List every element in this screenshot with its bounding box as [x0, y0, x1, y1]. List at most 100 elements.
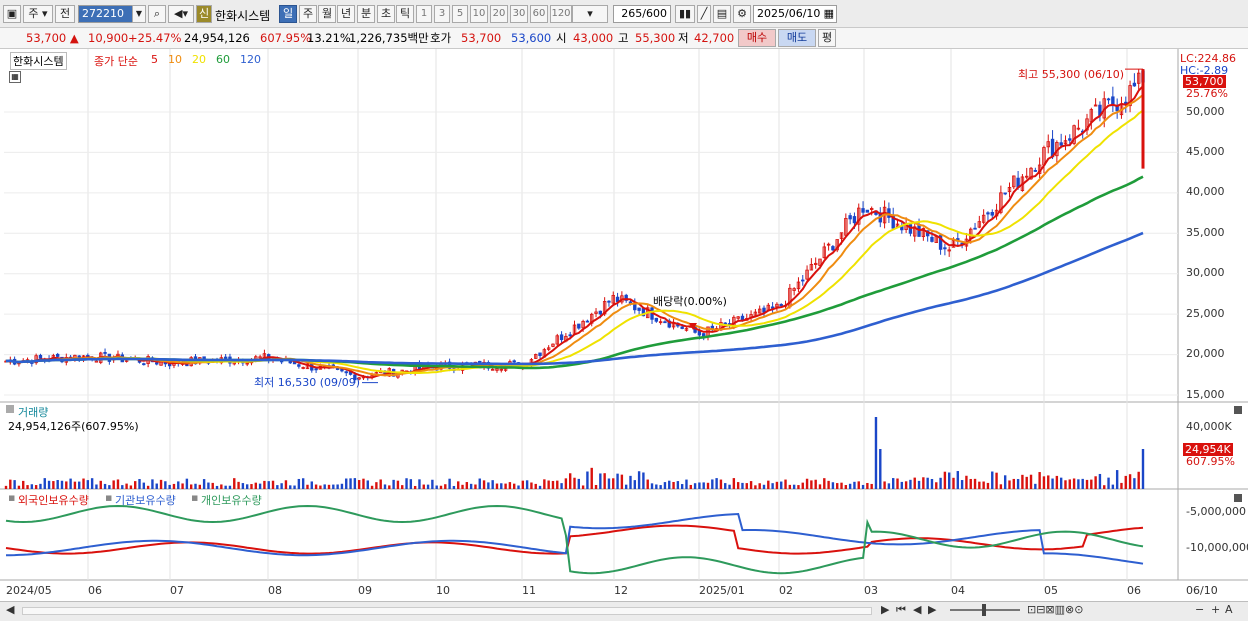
sell-button[interactable]: 매도: [778, 29, 816, 47]
code-dropdown-icon[interactable]: ▼: [132, 5, 146, 23]
interval-select[interactable]: ▾: [572, 5, 608, 23]
period-3[interactable]: 년: [337, 5, 355, 23]
period-6[interactable]: 틱: [396, 5, 414, 23]
search-icon[interactable]: ⌕: [148, 5, 166, 23]
volume-bar: [1128, 474, 1132, 489]
volume-bar: [284, 480, 288, 489]
count-input[interactable]: 265/600: [613, 5, 671, 23]
save-icon[interactable]: ▤: [713, 5, 731, 23]
candle-body: [908, 224, 913, 234]
volume-bar: [861, 484, 865, 489]
volume-bar: [577, 478, 581, 489]
volume-close-icon[interactable]: [1234, 406, 1242, 414]
volume-bar: [444, 484, 447, 489]
interval-120[interactable]: 120: [550, 5, 572, 23]
zoom-in-icon[interactable]: +: [1211, 603, 1220, 616]
interval-1[interactable]: 1: [416, 5, 432, 23]
x-tick-13: 06: [1127, 584, 1141, 597]
market-label: 주: [28, 7, 39, 20]
prev-button[interactable]: 전: [55, 5, 75, 23]
holding-legend-2: 개인보유수량: [201, 494, 262, 507]
volume-bar: [982, 481, 985, 489]
volume-bar: [517, 485, 520, 489]
ma-5-label: 5: [151, 53, 158, 66]
volume-bar: [991, 471, 994, 489]
candle-body: [335, 368, 340, 370]
interval-10[interactable]: 10: [470, 5, 488, 23]
volume-bar: [637, 471, 641, 489]
holding-ytick-1: -10,000,000: [1186, 541, 1248, 554]
interval-3[interactable]: 3: [434, 5, 450, 23]
interval-30[interactable]: 30: [510, 5, 528, 23]
chart-menu-icon[interactable]: ▣: [3, 5, 21, 23]
grid-toggle-icon[interactable]: ▦: [9, 71, 21, 83]
candle-type-icon[interactable]: ▮▮: [675, 5, 695, 23]
buy-button[interactable]: 매수: [738, 29, 776, 47]
period-4[interactable]: 분: [357, 5, 375, 23]
volume-bar: [1133, 478, 1136, 489]
period-2[interactable]: 월: [318, 5, 336, 23]
market-select[interactable]: 주 ▾: [23, 5, 53, 23]
layout-icons[interactable]: ⊡⊟⊠▥⊗⊙: [1027, 603, 1083, 616]
volume-bar: [1141, 449, 1145, 489]
volume-bar: [547, 480, 550, 489]
period-5[interactable]: 초: [377, 5, 395, 23]
volume-bar: [357, 480, 361, 489]
volume-bar: [711, 479, 714, 489]
eval-button[interactable]: 평: [818, 29, 836, 47]
candle-body: [512, 360, 516, 363]
volume-bar: [4, 485, 8, 489]
volume-bar: [904, 481, 908, 489]
volume-bar: [349, 478, 352, 489]
volume-bar: [254, 482, 257, 489]
interval-60[interactable]: 60: [530, 5, 548, 23]
speaker-icon[interactable]: ◀▾: [168, 5, 194, 23]
holding-marker-1: ▪: [105, 491, 113, 504]
candle-body: [297, 364, 301, 367]
x-tick-14: 06/10: [1186, 584, 1218, 597]
volume-bar: [431, 479, 434, 489]
zoom-slider-handle[interactable]: [982, 604, 986, 616]
x-tick-3: 08: [268, 584, 282, 597]
volume-bar: [887, 483, 891, 489]
holdings-close-icon[interactable]: [1234, 494, 1242, 502]
volume-bar: [926, 477, 929, 489]
volume-bar: [564, 478, 568, 489]
volume-bar: [775, 481, 779, 489]
volume-bar: [1021, 474, 1024, 489]
volume-bar: [995, 472, 998, 489]
volume-bar: [1077, 479, 1080, 489]
period-0[interactable]: 일: [279, 5, 297, 23]
font-size-icon[interactable]: A: [1225, 603, 1233, 616]
volume-bar: [1064, 480, 1067, 489]
horizontal-scrollbar[interactable]: [22, 607, 872, 615]
low-price: 42,700: [694, 31, 735, 45]
volume-bar: [310, 481, 313, 489]
date-input[interactable]: 2025/06/10 ▦: [753, 5, 837, 23]
chart-area[interactable]: [0, 49, 1248, 601]
period-1[interactable]: 주: [299, 5, 317, 23]
prev-page-icon[interactable]: ◀: [913, 603, 921, 616]
volume-bar: [474, 484, 477, 489]
gear-icon[interactable]: ⚙: [733, 5, 751, 23]
volume-bar: [1120, 482, 1123, 489]
volume-bar: [668, 480, 671, 489]
scroll-right-icon[interactable]: ▶: [881, 603, 889, 616]
volume-bar: [17, 485, 21, 489]
volume-bar: [47, 480, 51, 489]
volume-bar: [1081, 478, 1084, 489]
interval-5[interactable]: 5: [452, 5, 468, 23]
volume-bar: [121, 485, 124, 489]
chart-bg: [0, 49, 1248, 601]
scroll-left-icon[interactable]: ◀: [6, 603, 14, 616]
zoom-out-icon[interactable]: −: [1195, 603, 1204, 616]
volume-bar: [1098, 473, 1102, 489]
dividend-label: 배당락(0.00%): [653, 295, 727, 308]
volume-bar: [168, 484, 171, 489]
next-page-icon[interactable]: ▶: [928, 603, 936, 616]
line-tool-icon[interactable]: ╱: [697, 5, 711, 23]
calendar-icon[interactable]: ▦: [824, 6, 834, 22]
interval-20[interactable]: 20: [490, 5, 508, 23]
volume-bar: [978, 481, 981, 489]
first-page-icon[interactable]: ⏮: [896, 603, 906, 617]
